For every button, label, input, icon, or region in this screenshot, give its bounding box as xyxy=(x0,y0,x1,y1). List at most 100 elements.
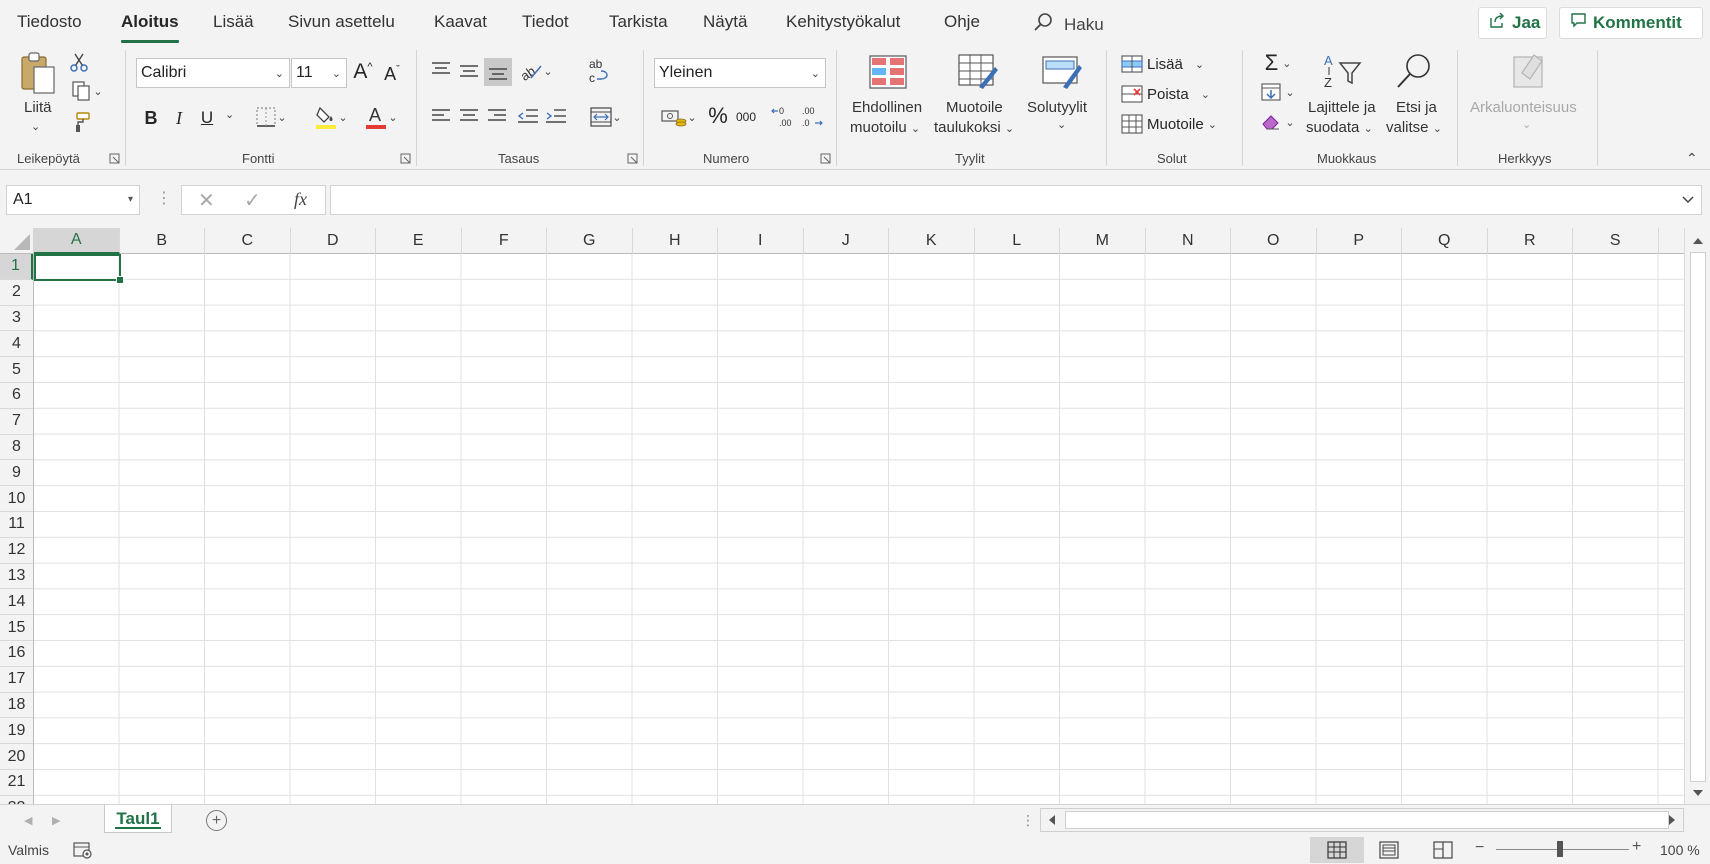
align-right-button[interactable] xyxy=(486,104,508,128)
active-cell-cursor[interactable] xyxy=(34,254,123,284)
column-header-a[interactable]: A xyxy=(34,228,120,254)
bold-button[interactable]: B xyxy=(140,106,162,130)
merge-center-button[interactable]: ⌄ xyxy=(584,104,628,130)
delete-cells-button[interactable]: Poista ⌄ xyxy=(1121,82,1241,106)
row-header-16[interactable]: 16 xyxy=(0,641,33,667)
font-dialog-launcher-icon[interactable] xyxy=(400,153,411,164)
row-header-13[interactable]: 13 xyxy=(0,564,33,590)
tab-review[interactable]: Tarkista xyxy=(609,12,668,32)
tab-developer[interactable]: Kehitystyökalut xyxy=(786,12,900,32)
prev-sheet-icon[interactable]: ◀ xyxy=(24,814,32,827)
row-header-5[interactable]: 5 xyxy=(0,357,33,383)
name-box[interactable]: A1 ▾ xyxy=(6,185,140,215)
italic-button[interactable]: I xyxy=(168,106,190,130)
row-header-14[interactable]: 14 xyxy=(0,589,33,616)
conditional-formatting-button[interactable] xyxy=(866,52,910,92)
row-header-15[interactable]: 15 xyxy=(0,615,33,641)
row-header-20[interactable]: 20 xyxy=(0,744,33,770)
format-as-table-button[interactable] xyxy=(956,52,1000,92)
autosum-button[interactable]: Σ ⌄ xyxy=(1257,50,1299,76)
column-header-b[interactable]: B xyxy=(120,228,205,254)
page-layout-view-button[interactable] xyxy=(1362,837,1416,863)
increase-font-size-button[interactable]: A^ xyxy=(351,58,375,86)
row-header-1[interactable]: 1 xyxy=(0,254,33,280)
normal-view-button[interactable] xyxy=(1310,837,1364,863)
formula-bar-grip-icon[interactable]: ⋮ xyxy=(156,188,172,208)
tab-insert[interactable]: Lisää xyxy=(213,12,254,32)
column-header-s[interactable]: S xyxy=(1573,228,1659,254)
row-header-11[interactable]: 11 xyxy=(0,512,33,538)
cancel-icon[interactable]: ✕ xyxy=(198,188,215,213)
tab-help[interactable]: Ohje xyxy=(944,12,980,32)
column-header-j[interactable]: J xyxy=(804,228,889,254)
comma-style-button[interactable]: 000 xyxy=(733,104,759,130)
underline-chevron-down-icon[interactable]: ⌄ xyxy=(225,108,234,121)
row-header-7[interactable]: 7 xyxy=(0,409,33,435)
column-header-m[interactable]: M xyxy=(1060,228,1146,254)
select-all-button[interactable] xyxy=(0,228,34,254)
wrap-text-button[interactable]: ab c xyxy=(586,56,612,86)
page-break-view-button[interactable] xyxy=(1416,837,1470,863)
row-header-17[interactable]: 17 xyxy=(0,667,33,693)
format-cells-button[interactable]: Muotoile ⌄ xyxy=(1121,112,1231,136)
tab-view[interactable]: Näytä xyxy=(703,12,747,32)
sheet-tab[interactable]: Taul1 xyxy=(104,805,172,833)
tab-formulas[interactable]: Kaavat xyxy=(434,12,487,32)
align-bottom-button[interactable] xyxy=(484,58,512,86)
number-dialog-launcher-icon[interactable] xyxy=(820,153,831,164)
row-header-10[interactable]: 10 xyxy=(0,486,33,512)
row-header-22[interactable]: 22 xyxy=(0,796,33,804)
row-header-8[interactable]: 8 xyxy=(0,435,33,461)
zoom-out-button[interactable]: − xyxy=(1475,839,1484,857)
fill-color-button[interactable]: ⌄ xyxy=(309,102,353,132)
insert-function-button[interactable]: fx xyxy=(294,189,307,210)
tab-file[interactable]: Tiedosto xyxy=(17,12,82,32)
cell-styles-button[interactable] xyxy=(1040,52,1084,92)
row-header-21[interactable]: 21 xyxy=(0,770,33,796)
font-color-button[interactable]: A ⌄ xyxy=(359,102,403,132)
cell-area[interactable] xyxy=(34,254,1684,804)
add-sheet-icon[interactable]: + xyxy=(206,810,227,831)
column-header-g[interactable]: G xyxy=(547,228,633,254)
zoom-slider-thumb[interactable] xyxy=(1557,841,1563,857)
column-header-n[interactable]: N xyxy=(1146,228,1231,254)
borders-button[interactable]: ⌄ xyxy=(250,104,292,130)
column-header-f[interactable]: F xyxy=(462,228,547,254)
clipboard-dialog-launcher-icon[interactable] xyxy=(109,153,120,164)
column-header-h[interactable]: H xyxy=(633,228,718,254)
column-header-d[interactable]: D xyxy=(291,228,376,254)
column-header-q[interactable]: Q xyxy=(1402,228,1488,254)
font-size-dropdown[interactable]: 11 ⌄ xyxy=(291,58,347,88)
clear-button[interactable]: ⌄ xyxy=(1257,110,1299,134)
cell-styles-chevron-down-icon[interactable]: ⌄ xyxy=(1057,118,1066,131)
number-format-dropdown[interactable]: Yleinen ⌄ xyxy=(654,58,826,88)
column-header-k[interactable]: K xyxy=(889,228,975,254)
row-header-6[interactable]: 6 xyxy=(0,383,33,409)
align-middle-button[interactable] xyxy=(458,60,480,82)
tab-home[interactable]: Aloitus xyxy=(121,12,179,43)
row-header-3[interactable]: 3 xyxy=(0,306,33,332)
paste-button[interactable] xyxy=(18,50,58,96)
decrease-indent-button[interactable] xyxy=(516,104,540,128)
hscroll-grip-icon[interactable]: ⋮ xyxy=(1021,812,1035,829)
alignment-dialog-launcher-icon[interactable] xyxy=(627,153,638,164)
tab-data[interactable]: Tiedot xyxy=(522,12,569,32)
search-box[interactable]: Haku xyxy=(1032,11,1104,38)
copy-button[interactable]: ⌄ xyxy=(67,80,107,102)
sensitivity-button[interactable] xyxy=(1508,50,1550,90)
row-header-12[interactable]: 12 xyxy=(0,538,33,564)
scroll-down-icon[interactable] xyxy=(1690,786,1706,800)
column-header-e[interactable]: E xyxy=(376,228,462,254)
scroll-left-icon[interactable] xyxy=(1046,813,1058,827)
scroll-up-icon[interactable] xyxy=(1690,234,1706,248)
paste-chevron-down-icon[interactable]: ⌄ xyxy=(31,120,40,133)
accounting-format-button[interactable]: ⌄ xyxy=(656,104,702,130)
format-painter-button[interactable] xyxy=(68,110,92,134)
decrease-decimal-button[interactable]: .00.0 xyxy=(798,104,824,130)
column-header-p[interactable]: P xyxy=(1317,228,1402,254)
column-header-c[interactable]: C xyxy=(205,228,291,254)
increase-decimal-button[interactable]: 0.00 xyxy=(770,104,796,130)
column-header-i[interactable]: I xyxy=(718,228,804,254)
horizontal-scrollbar[interactable] xyxy=(1040,808,1684,832)
sort-filter-button[interactable]: A Z xyxy=(1318,50,1368,92)
